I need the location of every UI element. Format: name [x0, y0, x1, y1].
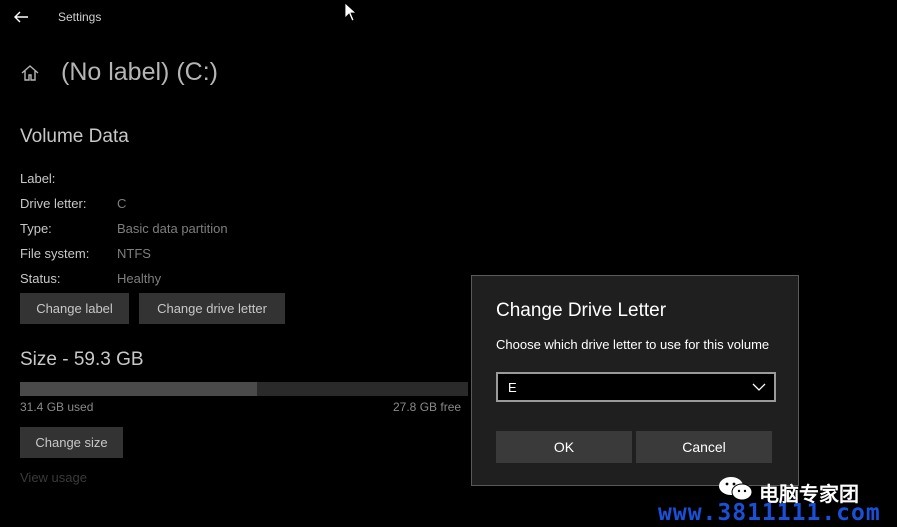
volume-data-heading: Volume Data	[20, 126, 129, 147]
wechat-icon	[719, 477, 753, 501]
dialog-title: Change Drive Letter	[496, 300, 667, 321]
mouse-cursor-icon	[344, 2, 358, 22]
home-icon[interactable]	[20, 63, 40, 83]
view-usage-link[interactable]: View usage	[20, 470, 87, 485]
change-size-button[interactable]: Change size	[20, 427, 123, 458]
type-row-value: Basic data partition	[117, 221, 228, 236]
drive-letter-row-label: Drive letter:	[20, 196, 87, 211]
usage-bar-fill	[20, 382, 258, 396]
type-row-label: Type:	[20, 221, 52, 236]
label-row-label: Label:	[20, 171, 56, 186]
drive-letter-row-value: C	[117, 196, 127, 211]
status-row-value: Healthy	[117, 271, 162, 286]
drive-letter-select[interactable]: E	[496, 372, 776, 402]
file-system-row-label: File system:	[20, 246, 90, 261]
window-title: Settings	[58, 10, 102, 24]
change-drive-letter-dialog: Change Drive Letter Choose which drive l…	[471, 275, 799, 486]
cancel-button[interactable]: Cancel	[636, 431, 772, 463]
size-heading: Size - 59.3 GB	[20, 349, 144, 370]
status-row-label: Status:	[20, 271, 61, 286]
watermark-url: www.3811111.com	[658, 500, 881, 526]
ok-button[interactable]: OK	[496, 431, 632, 463]
chevron-down-icon	[752, 383, 766, 391]
free-space-text: 27.8 GB free	[393, 400, 462, 414]
back-arrow-icon[interactable]	[12, 8, 30, 26]
usage-bar	[20, 382, 468, 396]
drive-letter-select-value: E	[508, 379, 517, 395]
used-space-text: 31.4 GB used	[20, 400, 94, 414]
change-label-button[interactable]: Change label	[20, 293, 129, 324]
file-system-row-value: NTFS	[117, 246, 151, 261]
page-title: (No label) (C:)	[61, 58, 218, 86]
change-drive-letter-button[interactable]: Change drive letter	[139, 293, 285, 324]
dialog-description: Choose which drive letter to use for thi…	[496, 337, 770, 352]
